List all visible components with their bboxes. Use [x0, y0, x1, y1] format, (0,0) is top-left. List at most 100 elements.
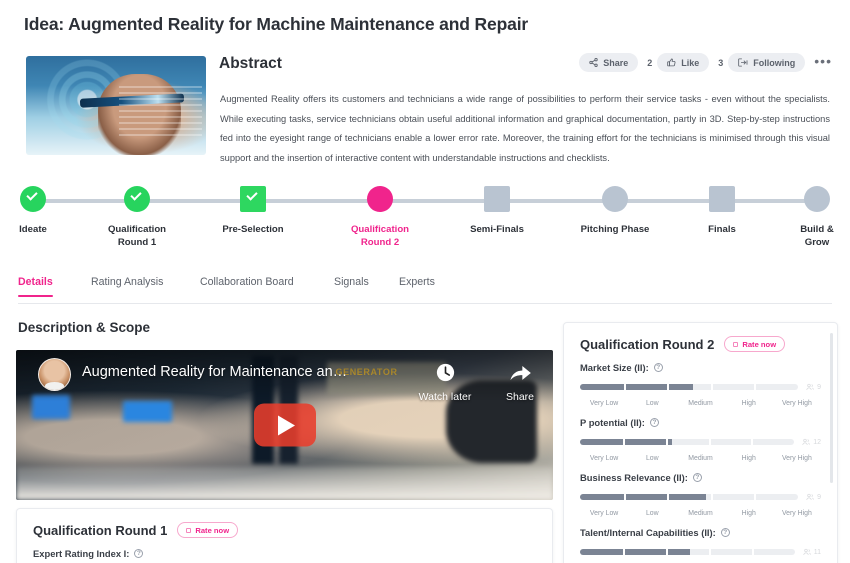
stage-build-and-grow[interactable]: Build & Grow: [758, 178, 850, 249]
criterion-label: P potential (II):?: [580, 417, 821, 428]
rating-scale: Very Low Low Medium High Very High: [580, 510, 821, 517]
stage-timeline: Ideate Qualification Round 1 Pre-Selectio…: [0, 178, 850, 256]
info-icon[interactable]: ?: [653, 363, 663, 372]
criterion-label-text: Business Relevance (II):: [580, 472, 688, 483]
rate-icon: [733, 341, 739, 347]
rating-bar[interactable]: [580, 384, 799, 390]
stage-pitching-phase[interactable]: Pitching Phase: [556, 178, 674, 236]
video-channel-avatar[interactable]: [38, 358, 71, 391]
criterion-row: Expert Rating Index I: ? 3: [17, 548, 552, 563]
scale-label-3: High: [741, 510, 756, 517]
rating-bar[interactable]: [580, 494, 799, 500]
criterion-label-text: Market Size (II):: [580, 362, 649, 373]
tab-signals[interactable]: Signals: [334, 276, 369, 288]
tab-collaboration-board[interactable]: Collaboration Board: [200, 276, 294, 288]
tab-bar: Details Rating Analysis Collaboration Bo…: [0, 270, 850, 560]
scale-label-1: Low: [645, 510, 659, 517]
watch-later-label: Watch later: [418, 391, 472, 403]
criterion-row: Talent/Internal Capabilities (II):?11Ver…: [564, 527, 837, 563]
scrollbar-thumb[interactable]: [830, 333, 833, 483]
rater-count: 11: [803, 543, 821, 561]
video-share-button[interactable]: Share: [492, 362, 548, 403]
video-player[interactable]: GENERATOR Augmented Reality for Maintena…: [16, 350, 553, 500]
scale-label-0: Very Low: [589, 455, 619, 462]
info-icon[interactable]: ?: [134, 549, 144, 558]
hero-ar-glasses-shape: [79, 92, 185, 108]
rating-scale: Very Low Low Medium High Very High: [580, 455, 821, 462]
scale-label-2: Medium: [688, 510, 713, 517]
tab-experts[interactable]: Experts: [399, 276, 435, 288]
following-label: Following: [753, 57, 796, 68]
section-title-description-scope: Description & Scope: [18, 320, 151, 335]
info-icon[interactable]: ?: [720, 528, 730, 537]
criterion-label-text: P potential (II):: [580, 417, 645, 428]
tab-details[interactable]: Details: [18, 276, 53, 297]
hero-person-shape: [98, 73, 181, 155]
idea-detail-page: Idea: Augmented Reality for Machine Main…: [0, 0, 850, 563]
info-icon[interactable]: ?: [649, 418, 659, 427]
share-button[interactable]: Share: [579, 53, 639, 72]
stage-label: Build & Grow: [800, 224, 834, 248]
stage-label: Pre-Selection: [222, 224, 284, 235]
scale-label-1: Low: [645, 400, 659, 407]
rating-bar[interactable]: [580, 439, 795, 445]
stage-label: Semi-Finals: [470, 224, 524, 235]
scale-label-4: Very High: [781, 400, 812, 407]
rating-bar-fill: [580, 494, 707, 500]
share-label: Share: [603, 57, 629, 68]
scale-label-2: Medium: [688, 400, 713, 407]
like-group: 2 Like: [647, 53, 710, 72]
stage-pre-selection[interactable]: Pre-Selection: [194, 178, 312, 236]
scale-label-2: Medium: [688, 455, 713, 462]
card-header: Qualification Round 1 Rate now: [17, 509, 552, 538]
like-count: 2: [647, 57, 653, 68]
rating-bar-fill: [580, 439, 673, 445]
follow-icon: [738, 58, 748, 67]
share-icon: [589, 58, 598, 67]
criterion-label: Expert Rating Index I: ?: [33, 548, 536, 559]
criterion-label-text: Talent/Internal Capabilities (II):: [580, 527, 716, 538]
more-options-button[interactable]: •••: [814, 54, 832, 69]
criterion-label: Business Relevance (II):?: [580, 472, 821, 483]
scale-label-4: Very High: [781, 510, 812, 517]
scale-label-3: High: [741, 400, 756, 407]
scale-label-3: High: [741, 455, 756, 462]
stage-qualification-round-2[interactable]: Qualification Round 2: [321, 178, 439, 249]
scrollbar-track[interactable]: [830, 327, 835, 563]
idea-hero-image: [26, 56, 206, 155]
stage-qualification-round-1[interactable]: Qualification Round 1: [78, 178, 196, 249]
following-count: 3: [718, 57, 724, 68]
rating-bar-fill: [580, 384, 694, 390]
rate-now-button[interactable]: Rate now: [724, 336, 786, 352]
tab-rating-analysis[interactable]: Rating Analysis: [91, 276, 163, 288]
stage-node-todo-circle: [602, 186, 628, 212]
rate-now-label: Rate now: [195, 525, 230, 535]
like-button[interactable]: Like: [657, 53, 710, 72]
criteria-list: Market Size (II):? 9 Very Low Low Medium High…: [564, 362, 837, 563]
watch-later-button[interactable]: Watch later: [406, 362, 484, 403]
rating-bar-row: 12: [580, 433, 821, 451]
thumbs-up-icon: [667, 58, 676, 67]
criterion-row: P potential (II):? 12 Very Low Low Medium Hig…: [564, 417, 837, 462]
video-title[interactable]: Augmented Reality for Maintenance an…: [82, 364, 382, 380]
abstract-body: Augmented Reality offers its customers a…: [220, 94, 830, 163]
following-button[interactable]: Following: [728, 53, 806, 72]
rater-count-value: 11: [813, 548, 821, 556]
stage-node-done: [124, 186, 150, 212]
idea-actions: Share 2 Like 3 Following •••: [579, 53, 832, 72]
info-icon[interactable]: ?: [692, 473, 702, 482]
qualification-round-1-card: Qualification Round 1 Rate now Expert Ra…: [16, 508, 553, 563]
rating-bar[interactable]: [580, 549, 795, 555]
stage-node-current: [367, 186, 393, 212]
scale-label-4: Very High: [781, 455, 812, 462]
stage-label-active: Qualification Round 2: [350, 224, 410, 248]
following-group: 3 Following: [718, 53, 806, 72]
video-share-label: Share: [505, 391, 535, 403]
stage-semi-finals[interactable]: Semi-Finals: [438, 178, 556, 236]
stage-node-todo-square: [484, 186, 510, 212]
rate-now-button[interactable]: Rate now: [177, 522, 239, 538]
stage-node-done: [20, 186, 46, 212]
criterion-label: Market Size (II):?: [580, 362, 821, 373]
people-icon: [803, 543, 811, 561]
play-icon[interactable]: [253, 403, 316, 447]
